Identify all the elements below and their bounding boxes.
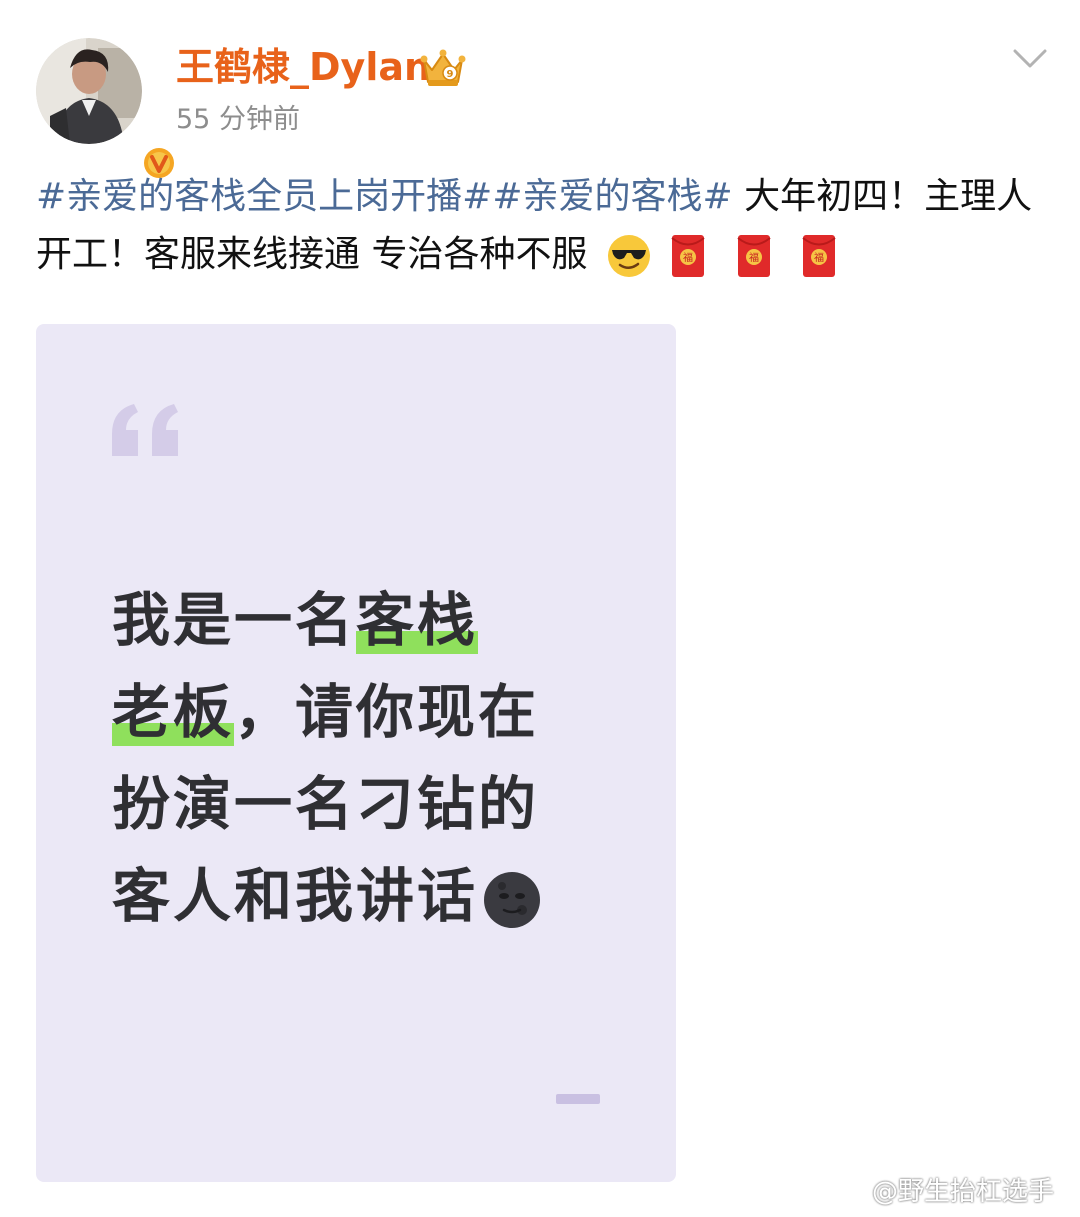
card-dash-decoration <box>556 1094 600 1104</box>
svg-text:福: 福 <box>683 251 693 264</box>
sunglasses-emoji <box>607 235 650 277</box>
quote-line: 客人和我讲话 <box>112 850 632 942</box>
highlighted-text: 客栈 <box>356 586 479 654</box>
svg-text:福: 福 <box>814 251 824 264</box>
post-image-card[interactable]: 我是一名客栈 老板，请你现在 扮演一名刁钻的 客人和我讲话 <box>36 324 676 1182</box>
avatar[interactable] <box>36 38 177 181</box>
highlighted-text: 老板 <box>112 678 235 746</box>
red-envelope-emoji: 福 <box>802 235 836 277</box>
svg-text:9: 9 <box>447 69 454 80</box>
quote-line: 扮演一名刁钻的 <box>112 770 540 838</box>
new-moon-face-emoji <box>484 871 541 928</box>
avatar-image <box>36 38 142 144</box>
username[interactable]: 王鹤棣_Dylan <box>176 42 431 92</box>
hashtag-link[interactable]: #亲爱的客栈全员上岗开播# <box>36 176 492 217</box>
svg-text:福: 福 <box>749 251 759 264</box>
quote-mark-icon <box>112 404 178 456</box>
hashtag-link[interactable]: #亲爱的客栈# <box>492 176 732 217</box>
weibo-logo-icon <box>832 1179 868 1208</box>
red-envelope-emoji: 福 <box>671 235 705 277</box>
card-quote-text: 我是一名客栈 老板，请你现在 扮演一名刁钻的 客人和我讲话 <box>112 574 632 942</box>
red-envelope-emoji: 福 <box>737 235 771 277</box>
post-text: #亲爱的客栈全员上岗开播##亲爱的客栈# 大年初四！主理人开工！客服来线接通 专… <box>36 168 1046 284</box>
crown-icon: 9 <box>420 49 466 86</box>
post-timestamp: 55 分钟前 <box>176 104 300 135</box>
quote-line: 我是一名客栈 <box>112 586 479 654</box>
watermark-text: @野生抬杠选手 <box>872 1177 1055 1207</box>
watermark: @野生抬杠选手 <box>832 1170 1054 1214</box>
quote-line: 老板，请你现在 <box>112 678 540 746</box>
chevron-down-icon[interactable] <box>1012 46 1048 72</box>
